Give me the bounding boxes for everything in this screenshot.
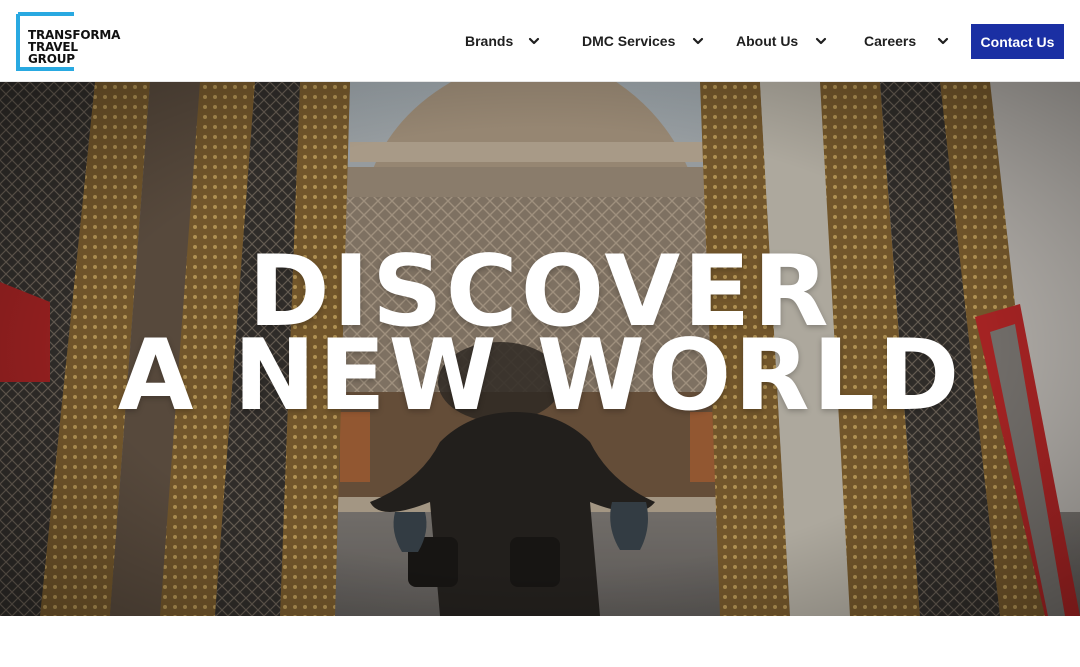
chevron-down-icon [693,37,704,45]
logo-line-2: TRAVEL GROUP [28,40,78,66]
chevron-down-icon [816,37,827,45]
chevron-down-icon [529,37,540,45]
nav-item-dmc-services[interactable]: DMC Services [582,30,705,52]
nav-item-about-us[interactable]: About Us [736,30,828,52]
nav-item-brands[interactable]: Brands [465,30,541,52]
nav-item-label: DMC Services [582,33,676,49]
logo-wordmark: TRANSFORMA TRAVEL GROUP [28,29,124,65]
hero-headline: DISCOVER A NEW WORLD [0,243,1080,433]
transforma-logo[interactable]: TRANSFORMA TRAVEL GROUP [16,12,124,71]
nav-item-label: About Us [736,33,799,49]
nav-item-label: Brands [465,33,514,49]
nav-item-careers[interactable]: Careers [864,30,950,52]
page-content-area [0,616,1080,667]
contact-us-button[interactable]: Contact Us [971,24,1064,59]
hero-banner: DISCOVER A NEW WORLD [0,82,1080,616]
hero-headline-line-2: A NEW WORLD [117,319,963,433]
nav-item-label: Careers [864,33,917,49]
chevron-down-icon [938,37,949,45]
site-header: TRANSFORMA TRAVEL GROUP Brands DMC Servi… [0,0,1080,82]
